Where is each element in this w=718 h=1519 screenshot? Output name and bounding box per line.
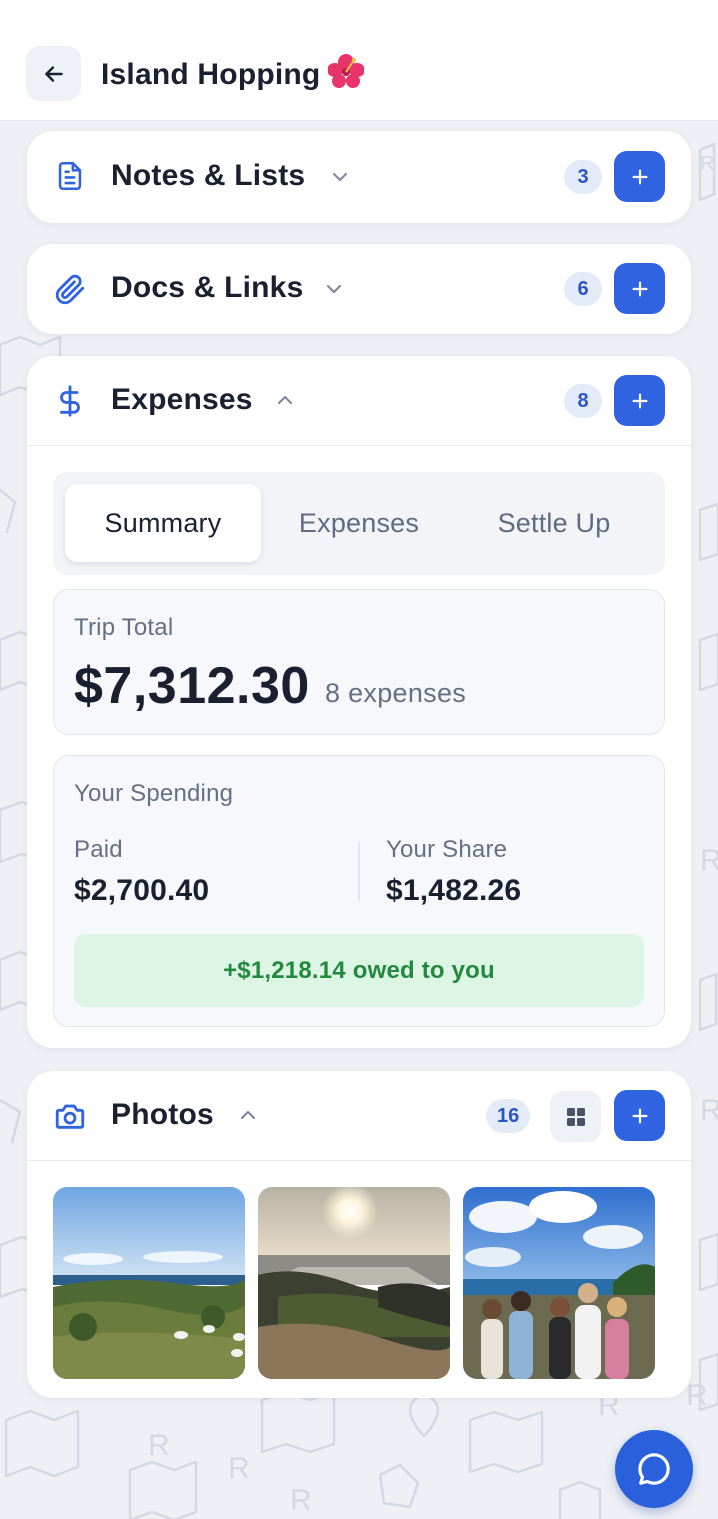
column-separator xyxy=(358,842,360,900)
photo-thumbnail[interactable] xyxy=(53,1187,245,1379)
document-icon xyxy=(58,161,82,191)
plus-icon xyxy=(631,1107,648,1124)
sunset-rocks-image xyxy=(258,1187,450,1379)
plus-icon xyxy=(631,168,648,185)
paid-label: Paid xyxy=(74,836,123,863)
add-expense-button[interactable] xyxy=(614,375,665,426)
expense-tabs: Summary Expenses Settle Up xyxy=(53,472,665,575)
section-title: Notes & Lists xyxy=(111,159,306,192)
expense-count: 8 expenses xyxy=(325,678,467,708)
add-doc-button[interactable] xyxy=(614,263,665,314)
arrow-left-icon xyxy=(44,65,63,82)
back-button[interactable] xyxy=(26,46,81,101)
paperclip-icon xyxy=(55,274,85,305)
chevron-down-icon[interactable] xyxy=(328,165,352,189)
svg-text:R: R xyxy=(700,1094,718,1127)
count-badge: 8 xyxy=(564,384,602,418)
top-bar: Island Hopping xyxy=(0,0,718,121)
chat-bubble-icon xyxy=(638,1453,670,1485)
section-title: Expenses xyxy=(111,383,253,416)
tab-expenses[interactable]: Expenses xyxy=(261,484,457,562)
photo-thumbnail[interactable] xyxy=(258,1187,450,1379)
divider xyxy=(27,1160,691,1161)
trip-total-amount: $7,312.30 xyxy=(74,657,310,715)
notes-lists-card: Notes & Lists 3 xyxy=(27,131,691,223)
svg-text:R: R xyxy=(290,1484,312,1517)
svg-text:R: R xyxy=(686,1379,708,1412)
grid-view-button[interactable] xyxy=(550,1091,601,1142)
tab-settle-up[interactable]: Settle Up xyxy=(456,484,652,562)
your-share-value: $1,482.26 xyxy=(386,874,522,907)
plus-icon xyxy=(631,280,648,297)
chat-button[interactable] xyxy=(615,1430,693,1508)
docs-links-header[interactable]: Docs & Links 6 xyxy=(27,244,691,334)
count-badge: 3 xyxy=(564,160,602,194)
photos-header[interactable]: Photos 16 xyxy=(27,1071,691,1161)
page-title: Island Hopping xyxy=(101,54,366,96)
your-share-label: Your Share xyxy=(386,836,508,863)
divider xyxy=(27,445,691,446)
chevron-up-icon[interactable] xyxy=(273,388,297,412)
photos-card: Photos 16 xyxy=(27,1071,691,1398)
add-note-button[interactable] xyxy=(614,151,665,202)
owed-to-you-banner: +$1,218.14 owed to you xyxy=(74,934,644,1007)
paid-value: $2,700.40 xyxy=(74,874,210,907)
chevron-down-icon[interactable] xyxy=(322,277,346,301)
svg-text:R: R xyxy=(148,1429,170,1462)
group-beach-image xyxy=(463,1187,655,1379)
section-title: Photos xyxy=(111,1098,214,1131)
hibiscus-icon xyxy=(327,54,366,96)
coast-birds-image xyxy=(53,1187,245,1379)
trip-title: Island Hopping xyxy=(101,58,321,91)
your-spending-box: Your Spending Paid $2,700.40 Your Share … xyxy=(53,755,665,1027)
camera-icon xyxy=(55,1104,85,1129)
tab-summary[interactable]: Summary xyxy=(65,484,261,562)
docs-links-card: Docs & Links 6 xyxy=(27,244,691,334)
svg-text:R: R xyxy=(700,153,714,175)
grid-icon xyxy=(566,1107,585,1126)
plus-icon xyxy=(631,392,648,409)
photo-thumbnail[interactable] xyxy=(463,1187,655,1379)
count-badge: 16 xyxy=(486,1099,531,1133)
expenses-header[interactable]: Expenses 8 xyxy=(27,356,691,446)
chevron-up-icon[interactable] xyxy=(236,1103,260,1127)
count-badge: 6 xyxy=(564,272,602,306)
add-photo-button[interactable] xyxy=(614,1090,665,1141)
svg-text:R: R xyxy=(700,844,718,877)
expenses-card: Expenses 8 Summary Expenses Settle Up Tr… xyxy=(27,356,691,1048)
section-title: Docs & Links xyxy=(111,271,304,304)
notes-lists-header[interactable]: Notes & Lists 3 xyxy=(27,131,691,221)
svg-text:R: R xyxy=(228,1452,250,1485)
dollar-icon xyxy=(60,385,80,417)
trip-total-label: Trip Total xyxy=(74,614,174,641)
your-spending-label: Your Spending xyxy=(74,780,234,807)
trip-total-box: Trip Total $7,312.30 8 expenses xyxy=(53,589,665,735)
